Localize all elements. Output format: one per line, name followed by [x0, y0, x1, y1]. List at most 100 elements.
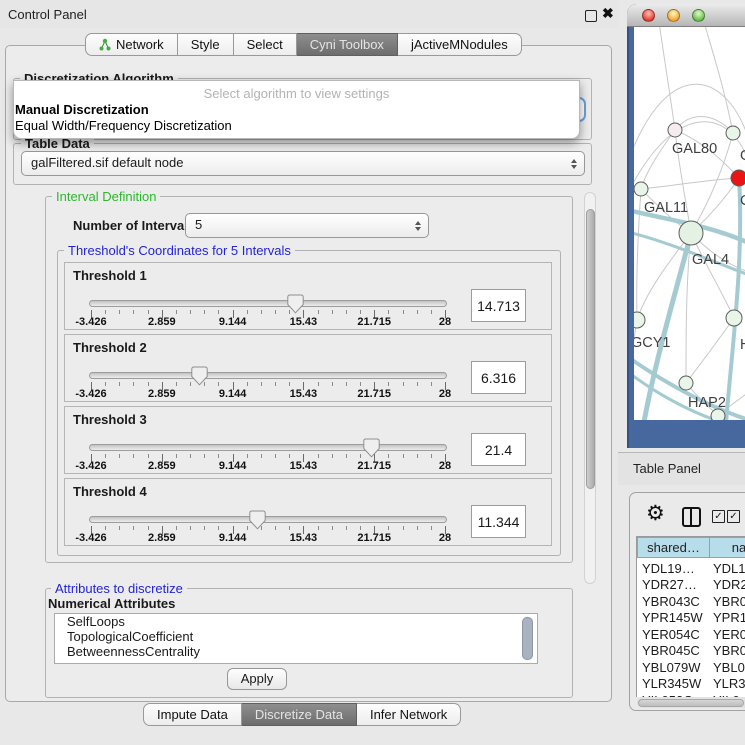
slider-tick	[190, 454, 191, 458]
column-header-shared-name[interactable]: shared…	[637, 537, 710, 558]
network-edge[interactable]	[641, 178, 739, 189]
dropdown-item[interactable]: Equal Width/Frequency Discretization	[15, 118, 232, 133]
network-edge[interactable]	[637, 233, 691, 320]
network-edge[interactable]	[659, 27, 675, 130]
slider-tick-label: 21.715	[357, 316, 391, 328]
tab-style[interactable]: Style	[178, 33, 234, 56]
attribute-list-item[interactable]: TopologicalCoefficient	[55, 629, 537, 644]
slider-tick-label: -3.426	[75, 532, 106, 544]
attribute-listbox[interactable]: SelfLoopsTopologicalCoefficientBetweenne…	[54, 613, 538, 664]
cell-shared-name[interactable]: YBR045C	[642, 643, 700, 660]
slider-tick	[417, 526, 418, 530]
network-edge[interactable]	[675, 116, 733, 133]
threshold-slider-thumb[interactable]	[363, 438, 380, 461]
network-node-gal11[interactable]	[634, 182, 648, 196]
thresholds-group-title: Threshold's Coordinates for 5 Intervals	[64, 243, 295, 258]
network-edge[interactable]	[641, 130, 675, 189]
column-header-name[interactable]: na	[709, 537, 745, 558]
threshold-value-field[interactable]: 14.713	[471, 289, 526, 322]
cell-name[interactable]: YBR0	[713, 643, 745, 660]
slider-tick-label: 28	[439, 388, 451, 400]
network-node-gal4[interactable]	[679, 221, 703, 245]
cell-name[interactable]: YBL0	[713, 660, 745, 677]
network-node-c[interactable]	[731, 170, 745, 186]
apply-button[interactable]: Apply	[227, 668, 287, 690]
table-row[interactable]: YBR043C YBR0	[637, 594, 745, 611]
tab-label: jActiveMNodules	[411, 34, 508, 55]
attribute-list-item[interactable]: BetweennessCentrality	[55, 644, 537, 659]
threshold-slider-thumb[interactable]	[249, 510, 266, 533]
network-edge-highlighted[interactable]	[726, 178, 740, 420]
cell-name[interactable]: YBR0	[713, 594, 745, 611]
network-edge[interactable]	[686, 318, 734, 383]
network-node-gal80[interactable]	[668, 123, 682, 137]
tab-infer-network[interactable]: Infer Network	[357, 703, 461, 726]
checkbox-icon[interactable]: ✓	[727, 510, 740, 523]
slider-tick	[360, 310, 361, 314]
slider-tick	[218, 310, 219, 314]
cell-name[interactable]: YDL1	[713, 561, 745, 578]
cell-shared-name[interactable]: YER054C	[642, 627, 700, 644]
zoom-traffic-light[interactable]	[692, 9, 705, 22]
network-node-gcy1[interactable]	[634, 312, 645, 328]
cell-shared-name[interactable]: YBL079W	[642, 660, 701, 677]
gear-icon[interactable]: ⚙	[646, 503, 665, 524]
cell-name[interactable]: YPR1	[713, 610, 745, 627]
slider-tick	[346, 382, 347, 386]
tab-jactivemnodules[interactable]: jActiveMNodules	[398, 33, 522, 56]
network-edge[interactable]	[637, 189, 641, 320]
float-window-icon[interactable]	[585, 10, 597, 22]
close-icon[interactable]: ✖	[602, 5, 614, 22]
cell-name[interactable]: YDR2	[713, 577, 745, 594]
network-node-hap2[interactable]	[679, 376, 693, 390]
panel-scrollbar-thumb[interactable]	[586, 209, 595, 489]
tab-network[interactable]: Network	[85, 33, 178, 56]
cell-name[interactable]: YLR3	[713, 676, 745, 693]
threshold-value-field[interactable]: 11.344	[471, 505, 526, 538]
node-label: GCY1	[634, 335, 671, 351]
slider-tick	[431, 454, 432, 458]
table-row[interactable]: YPR145W YPR1	[637, 610, 745, 627]
network-node-ga[interactable]	[726, 126, 740, 140]
cell-shared-name[interactable]: YBR043C	[642, 594, 700, 611]
tab-discretize-data[interactable]: Discretize Data	[242, 703, 357, 726]
tab-impute-data[interactable]: Impute Data	[143, 703, 242, 726]
threshold-slider-track[interactable]	[89, 300, 447, 307]
network-node-h[interactable]	[726, 310, 742, 326]
table-row[interactable]: YBR045C YBR0	[637, 643, 745, 660]
attribute-list-scrollbar[interactable]	[522, 617, 533, 660]
cell-shared-name[interactable]: YLR345W	[642, 676, 701, 693]
threshold-value-field[interactable]: 6.316	[471, 361, 526, 394]
threshold-slider-track[interactable]	[89, 516, 447, 523]
attribute-list-item[interactable]: SelfLoops	[55, 614, 537, 629]
num-intervals-combo[interactable]: 5	[185, 213, 429, 238]
cell-name[interactable]: YER0	[713, 627, 745, 644]
threshold-slider-track[interactable]	[89, 372, 447, 379]
cell-shared-name[interactable]: YDR27…	[642, 577, 697, 594]
table-row[interactable]: YER054C YER0	[637, 627, 745, 644]
table-row[interactable]: YDR27… YDR2	[637, 577, 745, 594]
threshold-value-field[interactable]: 21.4	[471, 433, 526, 466]
threshold-slider-track[interactable]	[89, 444, 447, 451]
network-node[interactable]	[711, 409, 725, 420]
dropdown-item[interactable]: Manual Discretization	[15, 102, 149, 117]
checkbox-icon[interactable]: ✓	[712, 510, 725, 523]
slider-tick-label: -3.426	[75, 316, 106, 328]
threshold-slider-thumb[interactable]	[191, 366, 208, 389]
table-hscrollbar-thumb[interactable]	[638, 699, 744, 707]
table-data-combo[interactable]: galFiltered.sif default node	[21, 151, 585, 176]
table-row[interactable]: YDL19… YDL1	[637, 561, 745, 578]
slider-tick	[247, 310, 248, 314]
tab-select[interactable]: Select	[234, 33, 297, 56]
minimize-traffic-light[interactable]	[667, 9, 680, 22]
columns-icon[interactable]	[682, 507, 701, 527]
network-canvas[interactable]: GAL80GACGAL11GAL4GCY1HHAP2	[634, 27, 745, 420]
table-row[interactable]: YLR345W YLR3	[637, 676, 745, 693]
tab-cyni-toolbox[interactable]: Cyni Toolbox	[297, 33, 398, 56]
cell-shared-name[interactable]: YPR145W	[642, 610, 703, 627]
close-traffic-light[interactable]	[642, 9, 655, 22]
threshold-slider-thumb[interactable]	[287, 294, 304, 317]
table-row[interactable]: YBL079W YBL0	[637, 660, 745, 677]
network-edge[interactable]	[691, 233, 734, 318]
cell-shared-name[interactable]: YDL19…	[642, 561, 695, 578]
